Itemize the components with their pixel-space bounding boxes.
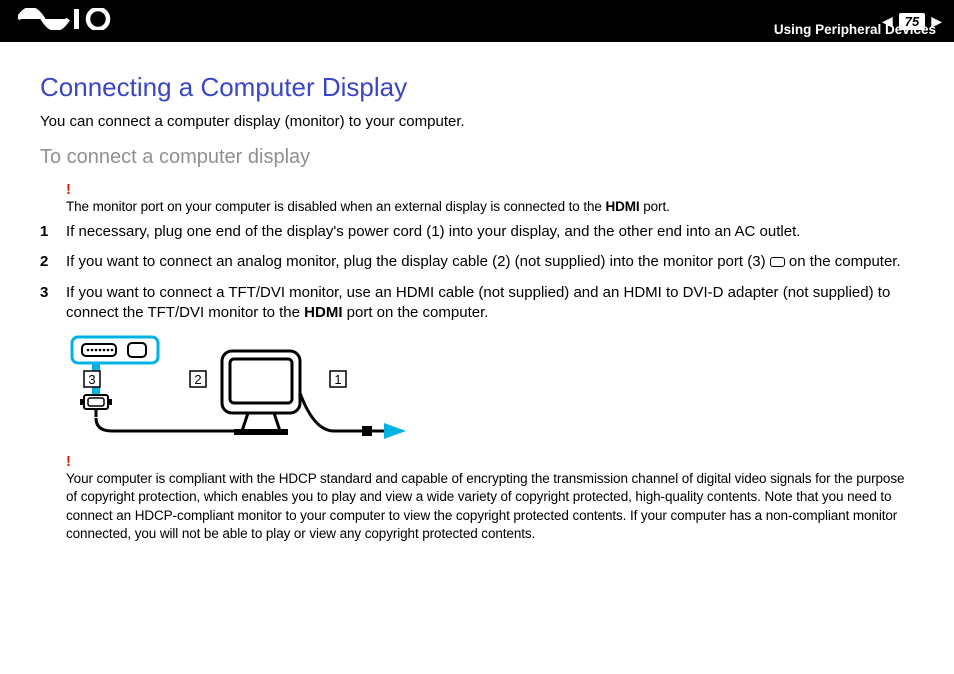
step-body: If necessary, plug one end of the displa… [66,222,914,242]
step-2: 2 If you want to connect an analog monit… [40,252,914,272]
diagram-label-2: 2 [194,372,201,387]
warning-1: ! The monitor port on your computer is d… [66,181,914,216]
step-body: If you want to connect an analog monitor… [66,252,914,272]
step-1: 1 If necessary, plug one end of the disp… [40,222,914,242]
step-number: 2 [40,252,52,272]
lead-paragraph: You can connect a computer display (moni… [40,113,914,130]
warning-1-text: The monitor port on your computer is dis… [66,199,670,214]
warning-2: ! Your computer is compliant with the HD… [66,453,914,543]
step-number: 1 [40,222,52,242]
warning-icon: ! [66,453,914,470]
warning-icon: ! [66,181,914,198]
monitor-port-icon [770,257,785,267]
step-body: If you want to connect a TFT/DVI monitor… [66,283,914,324]
subheading: To connect a computer display [40,146,914,169]
header-bar: ◀ 75 ▶ Using Peripheral Devices [0,0,954,42]
breadcrumb[interactable]: Using Peripheral Devices [774,22,936,37]
steps-list: 1 If necessary, plug one end of the disp… [40,222,914,323]
warning-2-text: Your computer is compliant with the HDCP… [66,471,904,541]
page-title: Connecting a Computer Display [40,72,914,103]
page-content: Connecting a Computer Display You can co… [0,42,954,543]
vaio-logo [18,8,118,35]
step-3: 3 If you want to connect a TFT/DVI monit… [40,283,914,324]
diagram-label-1: 1 [334,372,341,387]
step-number: 3 [40,283,52,324]
diagram-label-3: 3 [88,372,95,387]
connection-diagram: 3 2 1 [66,333,406,443]
